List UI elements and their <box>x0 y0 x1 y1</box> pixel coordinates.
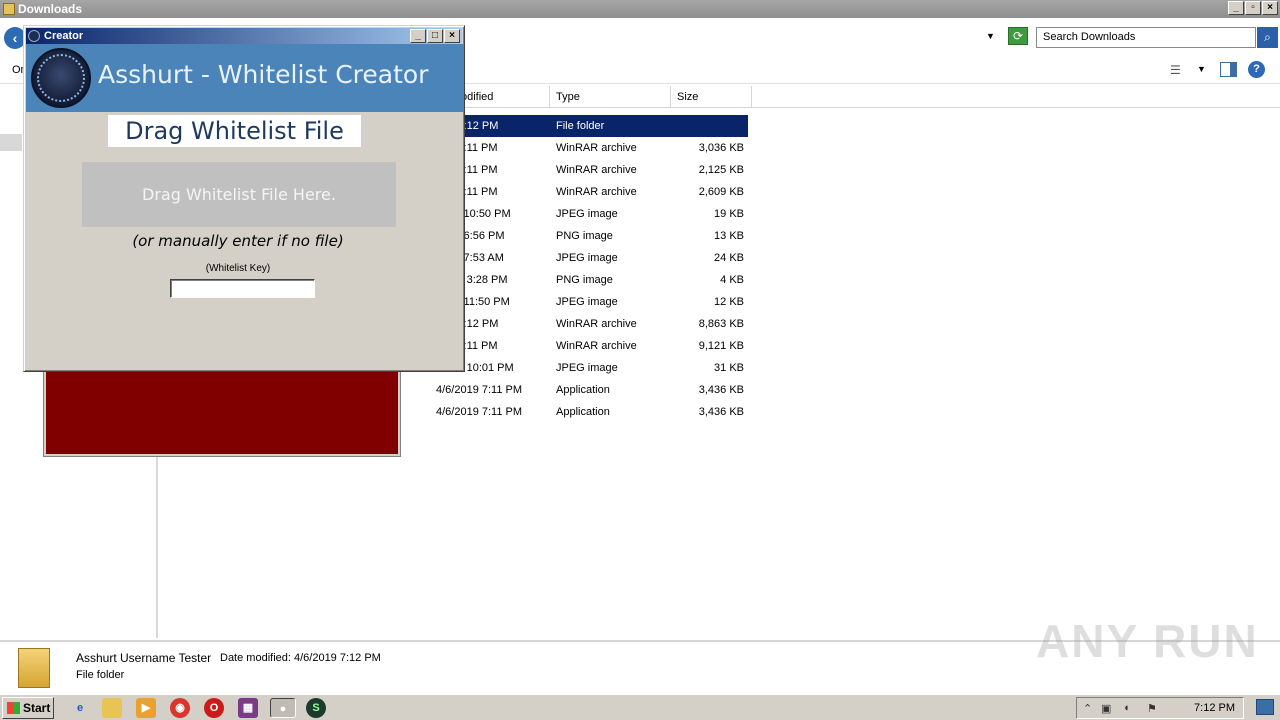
close-button[interactable]: × <box>444 29 460 43</box>
creator-window-controls: _ □ × <box>410 29 460 43</box>
flag-icon[interactable]: ⚑ <box>1147 702 1157 715</box>
file-drop-zone[interactable]: Drag Whitelist File Here. <box>82 162 396 227</box>
file-type: JPEG image <box>556 208 618 220</box>
file-date: 4/6/2019 7:11 PM <box>436 406 523 418</box>
file-type: WinRAR archive <box>556 318 637 330</box>
minimize-button[interactable]: _ <box>410 29 426 43</box>
file-size: 12 KB <box>714 296 744 308</box>
view-list-icon[interactable]: ☰ <box>1170 63 1186 77</box>
preview-pane-icon[interactable] <box>1220 62 1237 77</box>
file-size: 3,036 KB <box>698 142 744 154</box>
file-size: 2,609 KB <box>698 186 744 198</box>
window-title: Downloads <box>18 2 83 16</box>
file-type: Application <box>556 384 610 396</box>
file-size: 4 KB <box>720 274 744 286</box>
column-date-modified[interactable]: odified <box>456 86 550 108</box>
opera-icon[interactable]: O <box>204 698 224 718</box>
chrome-icon[interactable]: ◉ <box>170 698 190 718</box>
banner-title: Asshurt - Whitelist Creator <box>98 60 429 89</box>
nav-selected-item[interactable] <box>0 134 22 151</box>
start-button[interactable]: Start <box>2 697 54 719</box>
creator-banner: Asshurt - Whitelist Creator <box>26 44 464 112</box>
column-size[interactable]: Size <box>672 86 752 108</box>
background-window[interactable] <box>43 369 401 457</box>
windows-logo-icon <box>7 702 20 714</box>
file-size: 31 KB <box>714 362 744 374</box>
file-size: 9,121 KB <box>698 340 744 352</box>
address-dropdown-icon[interactable]: ▼ <box>986 31 995 41</box>
media-player-icon[interactable]: ▶ <box>136 698 156 718</box>
app-icon <box>28 30 40 42</box>
refresh-icon[interactable]: ⟳ <box>1008 27 1028 45</box>
whitelist-key-label: (Whitelist Key) <box>205 263 271 274</box>
system-tray: ⌃ ▣ ◖ ⚑ 7:12 PM <box>1076 697 1244 719</box>
drag-heading: Drag Whitelist File <box>108 115 361 147</box>
file-type: WinRAR archive <box>556 186 637 198</box>
internet-explorer-icon[interactable]: e <box>70 698 90 718</box>
help-icon[interactable]: ? <box>1248 61 1265 78</box>
whitelist-key-input[interactable] <box>170 279 315 298</box>
view-dropdown-icon[interactable]: ▼ <box>1197 64 1206 74</box>
details-file-name: Asshurt Username Tester <box>76 651 212 665</box>
maximize-button[interactable]: □ <box>427 29 443 43</box>
file-type: Application <box>556 406 610 418</box>
file-size: 19 KB <box>714 208 744 220</box>
creator-task-icon[interactable]: ● <box>270 698 296 718</box>
creator-window-title: Creator <box>44 30 84 42</box>
clock[interactable]: 7:12 PM <box>1194 702 1235 714</box>
file-date: 4/6/2019 7:11 PM <box>436 384 523 396</box>
creator-window: Creator _ □ × Asshurt - Whitelist Creato… <box>23 25 465 372</box>
close-button[interactable]: × <box>1262 1 1278 15</box>
details-file-kind: File folder <box>76 669 125 681</box>
creator-titlebar[interactable]: Creator _ □ × <box>26 28 462 44</box>
winrar-icon[interactable]: ▦ <box>238 698 258 718</box>
manual-entry-hint: (or manually enter if no file) <box>132 232 344 250</box>
column-type[interactable]: Type <box>551 86 671 108</box>
window-controls: _ ▫ × <box>1228 1 1278 15</box>
file-type: JPEG image <box>556 362 618 374</box>
file-size: 3,436 KB <box>698 384 744 396</box>
start-label: Start <box>23 701 51 715</box>
file-size: 3,436 KB <box>698 406 744 418</box>
cat-logo-icon <box>31 48 91 108</box>
tray-expand-icon[interactable]: ⌃ <box>1083 702 1092 715</box>
file-type: PNG image <box>556 230 613 242</box>
volume-icon[interactable]: ◖ <box>1123 702 1130 714</box>
file-type: WinRAR archive <box>556 340 637 352</box>
file-type: JPEG image <box>556 296 618 308</box>
explorer-titlebar[interactable]: Downloads _ ▫ × <box>0 0 1280 18</box>
file-type: JPEG image <box>556 252 618 264</box>
file-size: 13 KB <box>714 230 744 242</box>
file-explorer-icon[interactable] <box>102 698 122 718</box>
taskbar: Start e ▶ ◉ O ▦ ● S ⌃ ▣ ◖ ⚑ 7:12 PM <box>0 694 1280 720</box>
file-type: WinRAR archive <box>556 164 637 176</box>
app-task-icon[interactable]: S <box>306 698 326 718</box>
file-size: 8,863 KB <box>698 318 744 330</box>
file-type: PNG image <box>556 274 613 286</box>
maximize-button[interactable]: ▫ <box>1245 1 1261 15</box>
search-input[interactable]: Search Downloads <box>1036 27 1256 48</box>
file-type: WinRAR archive <box>556 142 637 154</box>
folder-icon <box>18 648 50 688</box>
show-desktop-icon[interactable] <box>1256 699 1274 715</box>
file-size: 2,125 KB <box>698 164 744 176</box>
folder-icon <box>3 3 15 15</box>
minimize-button[interactable]: _ <box>1228 1 1244 15</box>
file-type: File folder <box>556 120 605 132</box>
file-size: 24 KB <box>714 252 744 264</box>
watermark: ANY RUN <box>1036 615 1259 667</box>
search-icon[interactable]: ⌕ <box>1257 27 1278 48</box>
network-icon[interactable]: ▣ <box>1101 702 1111 715</box>
details-date-modified: Date modified: 4/6/2019 7:12 PM <box>220 652 381 664</box>
